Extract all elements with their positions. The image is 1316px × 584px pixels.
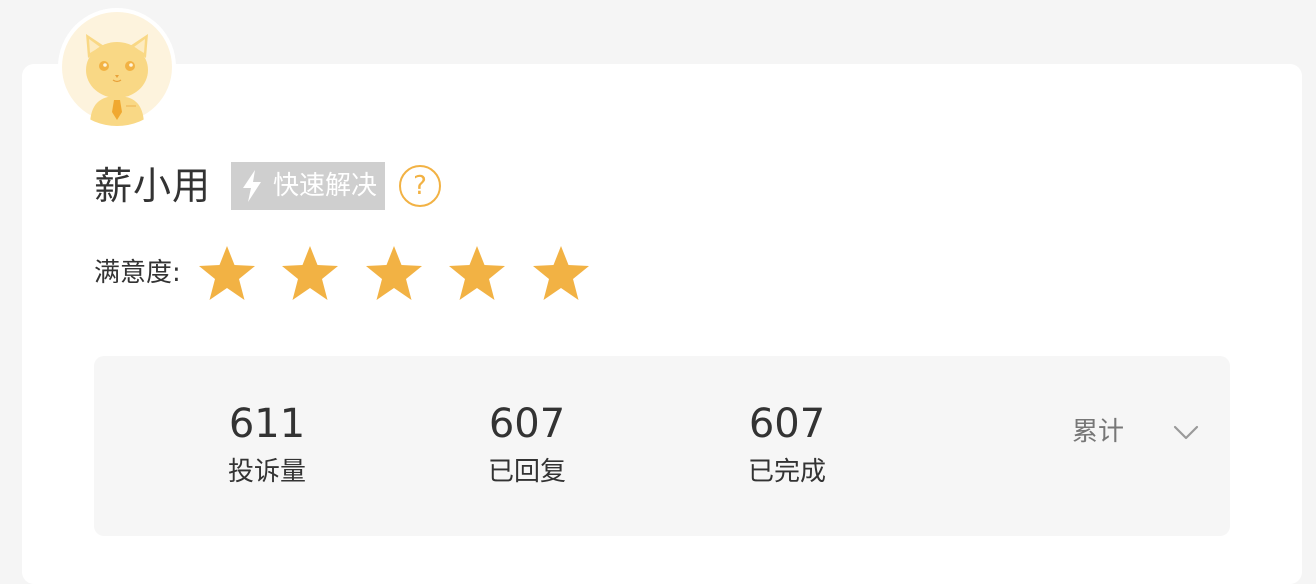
star-icon: [365, 246, 422, 300]
stat-complaints: 611 投诉量: [167, 400, 367, 492]
merchant-header: 薪小用 快速解决 ?: [94, 160, 442, 212]
period-selected-label: 累计: [1072, 417, 1125, 447]
cat-mascot-avatar-icon: [58, 8, 176, 126]
replied-count: 607: [488, 401, 566, 447]
complaints-count: 611: [228, 401, 306, 447]
satisfaction-label: 满意度:: [94, 258, 181, 288]
star-icon: [532, 246, 589, 300]
completed-label: 已完成: [747, 457, 826, 487]
fast-resolve-label: 快速解决: [273, 171, 378, 201]
stat-completed: 607 已完成: [687, 400, 887, 492]
avatar: [58, 8, 176, 126]
star-rating: [197, 244, 615, 302]
merchant-name: 薪小用: [94, 164, 212, 208]
lightning-bolt-icon: [243, 170, 262, 202]
help-question-icon[interactable]: ?: [399, 165, 442, 207]
period-dropdown[interactable]: 累计: [1072, 412, 1222, 452]
replied-label: 已回复: [487, 457, 566, 487]
chevron-down-icon: [1173, 425, 1199, 440]
satisfaction-rating: 满意度:: [94, 244, 614, 302]
complaints-label: 投诉量: [227, 457, 306, 487]
fast-resolve-badge: 快速解决: [231, 162, 386, 210]
star-icon: [198, 246, 255, 300]
star-icon: [449, 246, 506, 300]
star-icon: [282, 246, 339, 300]
completed-count: 607: [748, 401, 826, 447]
stat-replied: 607 已回复: [427, 400, 627, 492]
stats-panel: 611 投诉量 607 已回复 607 已完成 累计: [94, 356, 1230, 536]
